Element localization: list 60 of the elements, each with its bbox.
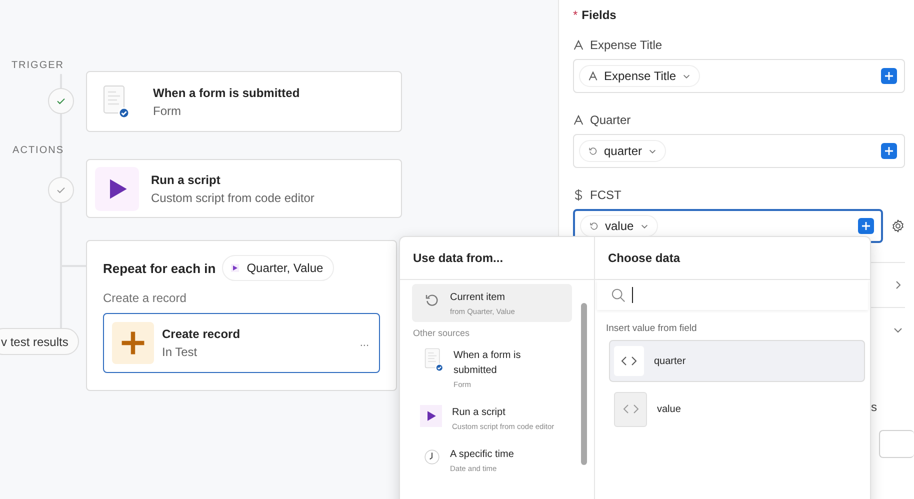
plus-icon xyxy=(112,322,154,364)
chevron-right-icon xyxy=(893,280,903,290)
loop-source-chip[interactable]: Quarter, Value xyxy=(222,255,334,281)
text-type-icon xyxy=(573,39,584,51)
field-option[interactable]: quarter xyxy=(609,340,865,382)
settings-icon[interactable] xyxy=(891,218,905,232)
plus-icon xyxy=(861,221,871,231)
popup-title: Choose data xyxy=(595,237,870,280)
section-label: Insert value from field xyxy=(606,323,698,334)
plus-icon xyxy=(884,146,894,156)
step-title: Run a script xyxy=(151,172,222,186)
field-label: Quarter xyxy=(590,113,631,127)
clock-icon xyxy=(424,449,440,465)
token-chip[interactable]: quarter xyxy=(579,140,666,162)
search-icon xyxy=(611,288,626,302)
step-card[interactable]: Run a script Custom script from code editor xyxy=(86,159,402,218)
popup-title: Use data from... xyxy=(400,237,594,280)
option-label: s xyxy=(871,400,877,414)
code-icon xyxy=(621,356,637,366)
group-label: Other sources xyxy=(413,328,471,338)
text-type-icon xyxy=(573,114,584,126)
action-card[interactable]: Create record In Test ... xyxy=(103,313,380,373)
section-label: TRIGGER xyxy=(10,60,64,71)
chevron-down-icon xyxy=(893,325,903,335)
form-icon xyxy=(424,348,444,372)
form-icon xyxy=(103,84,129,120)
input-field[interactable] xyxy=(879,430,914,458)
step-card[interactable]: When a form is submitted Form xyxy=(86,71,402,132)
required-mark: * xyxy=(573,8,578,22)
loop-title: Repeat for each in xyxy=(103,260,216,276)
field-input[interactable]: Expense Title xyxy=(573,59,905,93)
action-subtitle: In Test xyxy=(162,345,198,359)
code-icon xyxy=(622,404,638,414)
add-dynamic-content-button[interactable] xyxy=(881,68,897,84)
play-icon xyxy=(420,405,442,427)
field-label: FCST xyxy=(590,188,622,202)
loop-subtitle: Create a record xyxy=(103,291,188,305)
field-input[interactable]: quarter xyxy=(573,134,905,168)
loop-card[interactable]: Repeat for each in Quarter, Value Create a record Create record In Test ... xyxy=(86,240,397,391)
play-icon xyxy=(95,166,139,210)
step-subtitle: Form xyxy=(153,104,182,118)
token-chip[interactable]: Expense Title xyxy=(579,65,700,87)
currency-icon xyxy=(573,189,584,201)
more-button[interactable]: ... xyxy=(360,337,369,349)
loop-icon xyxy=(589,221,599,231)
add-dynamic-content-button[interactable] xyxy=(858,218,874,234)
play-icon xyxy=(230,264,239,272)
loop-icon xyxy=(588,146,598,156)
section-label: ACTIONS xyxy=(12,145,64,156)
loop-icon xyxy=(424,292,440,308)
plus-icon xyxy=(884,71,894,81)
scrollbar[interactable] xyxy=(581,303,587,465)
text-type-icon xyxy=(588,71,598,81)
step-title: When a form is submitted xyxy=(153,86,300,100)
test-results-button[interactable]: v test results xyxy=(0,328,80,355)
add-dynamic-content-button[interactable] xyxy=(881,143,897,159)
section-heading: Fields xyxy=(582,8,616,22)
field-label: Expense Title xyxy=(590,38,662,52)
action-title: Create record xyxy=(162,327,240,341)
step-subtitle: Custom script from code editor xyxy=(151,190,314,204)
